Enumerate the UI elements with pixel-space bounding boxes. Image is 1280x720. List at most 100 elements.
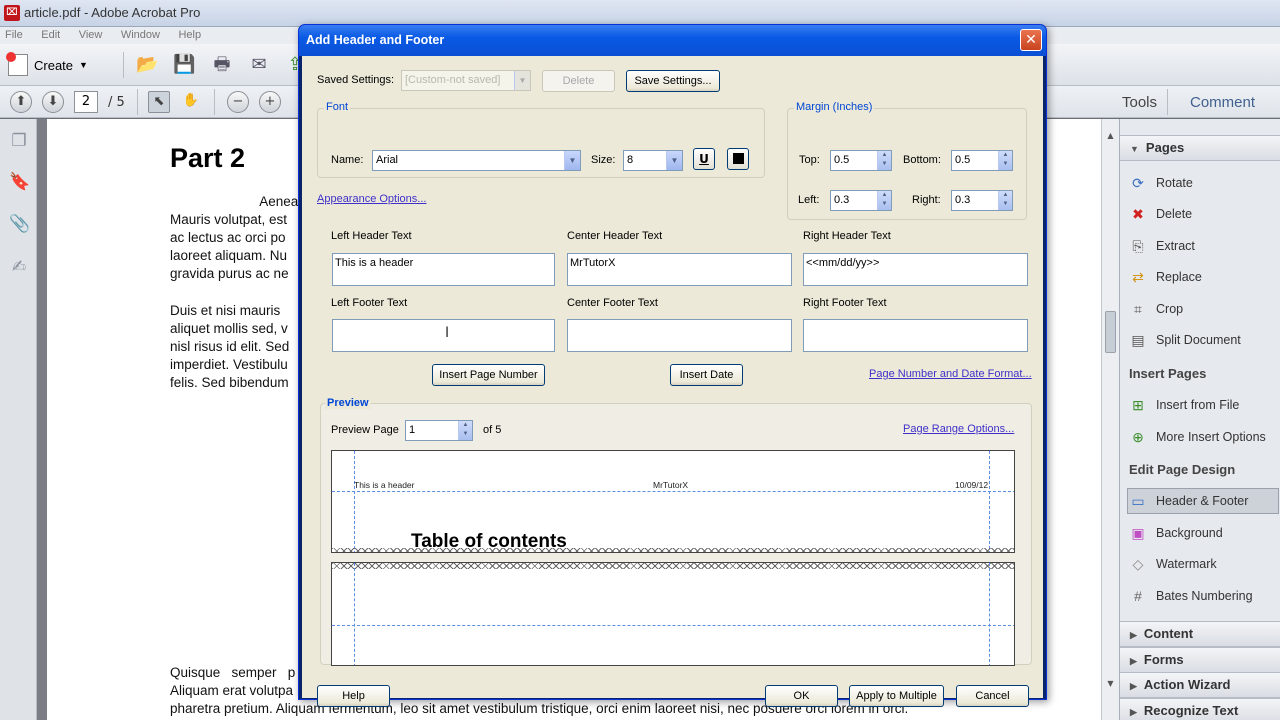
text-color-button[interactable] bbox=[727, 148, 749, 170]
page-number-input[interactable]: 2 bbox=[74, 91, 98, 113]
saved-settings-dropdown[interactable]: [Custom-not saved] ▼ bbox=[401, 70, 531, 91]
text-line: felis. Sed bibendum bbox=[170, 375, 289, 390]
right-header-field[interactable]: <<mm/dd/yy>> bbox=[803, 253, 1028, 286]
right-margin-input[interactable]: 0.3 ▲ ▼ bbox=[951, 190, 1013, 211]
left-footer-label: Left Footer Text bbox=[331, 297, 408, 309]
center-footer-field[interactable] bbox=[567, 319, 792, 352]
text-line: imperdiet. Vestibulu bbox=[170, 357, 288, 372]
forms-section-header[interactable]: ▶ Forms bbox=[1120, 647, 1280, 673]
dialog-titlebar: Add Header and Footer ✕ bbox=[299, 25, 1046, 56]
crop-pages-item[interactable]: ⌗ Crop bbox=[1128, 296, 1280, 322]
left-header-field[interactable]: This is a header bbox=[332, 253, 555, 286]
item-label: Watermark bbox=[1156, 557, 1217, 571]
left-margin-label: Left: bbox=[798, 194, 820, 206]
page-number-date-format-link[interactable]: Page Number and Date Format... bbox=[869, 368, 1032, 380]
underline-button[interactable]: U bbox=[693, 148, 715, 170]
item-label: Split Document bbox=[1156, 333, 1241, 347]
right-footer-field[interactable] bbox=[803, 319, 1028, 352]
insert-date-button[interactable]: Insert Date bbox=[670, 364, 743, 386]
section-label: Recognize Text bbox=[1143, 703, 1239, 718]
scroll-down-icon[interactable]: ▼ bbox=[1106, 679, 1115, 688]
rotate-pages-item[interactable]: ⟳ Rotate bbox=[1128, 170, 1280, 196]
ok-button[interactable]: OK bbox=[765, 685, 838, 707]
apply-to-multiple-button[interactable]: Apply to Multiple bbox=[849, 685, 944, 707]
action-wizard-section-header[interactable]: ▶ Action Wizard bbox=[1120, 672, 1280, 698]
hand-tool-icon[interactable]: ✋ bbox=[180, 91, 202, 113]
select-tool-icon[interactable]: ⬉ bbox=[148, 91, 170, 113]
section-label: Action Wizard bbox=[1143, 677, 1231, 692]
content-section-header[interactable]: ▶ Content bbox=[1120, 621, 1280, 647]
spinner-icon[interactable]: ▲ ▼ bbox=[877, 151, 891, 170]
print-icon[interactable]: 🖶 bbox=[211, 54, 233, 76]
spinner-icon[interactable]: ▲ ▼ bbox=[877, 191, 891, 210]
more-insert-options-item[interactable]: ⊕ More Insert Options bbox=[1128, 424, 1280, 450]
delete-settings-button[interactable]: Delete bbox=[542, 70, 615, 92]
tools-pane-button[interactable]: Tools bbox=[1122, 94, 1157, 111]
watermark-item[interactable]: ◇ Watermark bbox=[1128, 551, 1280, 577]
scroll-up-icon[interactable]: ▲ bbox=[1106, 131, 1115, 140]
text-line: Aenean n bbox=[170, 194, 318, 209]
attachments-icon[interactable]: 📎 bbox=[9, 214, 30, 234]
text-line: nisl risus id elit. Sed bbox=[170, 339, 290, 354]
insert-from-file-item[interactable]: ⊞ Insert from File bbox=[1128, 392, 1280, 418]
document-scrollbar[interactable]: ▲ ▼ bbox=[1101, 119, 1119, 720]
font-name-dropdown[interactable]: Arial ▼ bbox=[372, 150, 581, 171]
recognize-text-section-header[interactable]: ▶ Recognize Text bbox=[1120, 698, 1280, 720]
open-folder-icon[interactable]: 📂 bbox=[136, 54, 158, 76]
next-page-button[interactable]: ⬇ bbox=[42, 91, 64, 113]
navigation-pane: ❐ 🔖 📎 ✍ bbox=[0, 119, 37, 720]
center-header-field[interactable]: MrTutorX bbox=[567, 253, 792, 286]
page-break-edge bbox=[332, 563, 1014, 569]
header-footer-item[interactable]: ▭ Header & Footer bbox=[1127, 488, 1279, 514]
page-range-options-link[interactable]: Page Range Options... bbox=[903, 423, 1014, 435]
right-margin-label: Right: bbox=[912, 194, 941, 206]
top-margin-input[interactable]: 0.5 ▲ ▼ bbox=[830, 150, 892, 171]
help-button[interactable]: Help bbox=[317, 685, 390, 707]
save-settings-button[interactable]: Save Settings... bbox=[626, 70, 720, 92]
text-line: ac lectus ac orci po bbox=[170, 230, 286, 245]
extract-pages-item[interactable]: ⎘ Extract bbox=[1128, 233, 1280, 259]
menu-edit[interactable]: Edit bbox=[41, 27, 60, 44]
bookmarks-icon[interactable]: 🔖 bbox=[9, 172, 30, 192]
cancel-button[interactable]: Cancel bbox=[956, 685, 1029, 707]
signatures-icon[interactable]: ✍ bbox=[9, 257, 29, 277]
close-icon[interactable]: ✕ bbox=[1020, 29, 1042, 51]
email-icon[interactable]: ✉ bbox=[248, 54, 270, 76]
save-icon[interactable]: 💾 bbox=[173, 54, 195, 76]
appearance-options-link[interactable]: Appearance Options... bbox=[317, 193, 426, 205]
item-label: Header & Footer bbox=[1156, 494, 1249, 508]
zoom-in-button[interactable]: + bbox=[259, 91, 281, 113]
spinner-icon[interactable]: ▲ ▼ bbox=[998, 191, 1012, 210]
pages-section-header[interactable]: ▼ Pages bbox=[1120, 135, 1280, 161]
left-footer-field[interactable] bbox=[332, 319, 555, 352]
spinner-icon[interactable]: ▲ ▼ bbox=[998, 151, 1012, 170]
edit-page-design-group-label: Edit Page Design bbox=[1129, 462, 1236, 477]
delete-pages-item[interactable]: ✖ Delete bbox=[1128, 201, 1280, 227]
insert-page-number-button[interactable]: Insert Page Number bbox=[432, 364, 545, 386]
previous-page-button[interactable]: ⬆ bbox=[10, 91, 32, 113]
spinner-icon[interactable]: ▲ ▼ bbox=[458, 421, 472, 440]
replace-pages-item[interactable]: ⇄ Replace bbox=[1128, 264, 1280, 290]
preview-page-count: of 5 bbox=[483, 424, 502, 436]
menu-file[interactable]: File bbox=[5, 27, 23, 44]
background-item[interactable]: ▣ Background bbox=[1128, 520, 1280, 546]
preview-group-label: Preview bbox=[325, 397, 371, 409]
scrollbar-thumb[interactable] bbox=[1105, 311, 1116, 353]
menu-view[interactable]: View bbox=[79, 27, 103, 44]
zoom-out-button[interactable]: − bbox=[227, 91, 249, 113]
menu-help[interactable]: Help bbox=[178, 27, 201, 44]
create-button[interactable]: Create ▼ bbox=[6, 52, 88, 77]
margin-guide bbox=[354, 563, 355, 665]
font-size-dropdown[interactable]: 8 ▼ bbox=[623, 150, 683, 171]
create-pdf-icon bbox=[6, 52, 28, 76]
bates-icon: # bbox=[1134, 588, 1142, 604]
left-margin-input[interactable]: 0.3 ▲ ▼ bbox=[830, 190, 892, 211]
page-thumbnails-icon[interactable]: ❐ bbox=[9, 131, 29, 151]
menu-window[interactable]: Window bbox=[121, 27, 160, 44]
chevron-right-icon: ▶ bbox=[1130, 630, 1137, 640]
bates-numbering-item[interactable]: # Bates Numbering bbox=[1128, 583, 1280, 609]
preview-page-input[interactable]: 1 ▲ ▼ bbox=[405, 420, 473, 441]
comment-pane-button[interactable]: Comment bbox=[1190, 94, 1255, 111]
bottom-margin-input[interactable]: 0.5 ▲ ▼ bbox=[951, 150, 1013, 171]
split-document-item[interactable]: ▤ Split Document bbox=[1128, 327, 1280, 353]
